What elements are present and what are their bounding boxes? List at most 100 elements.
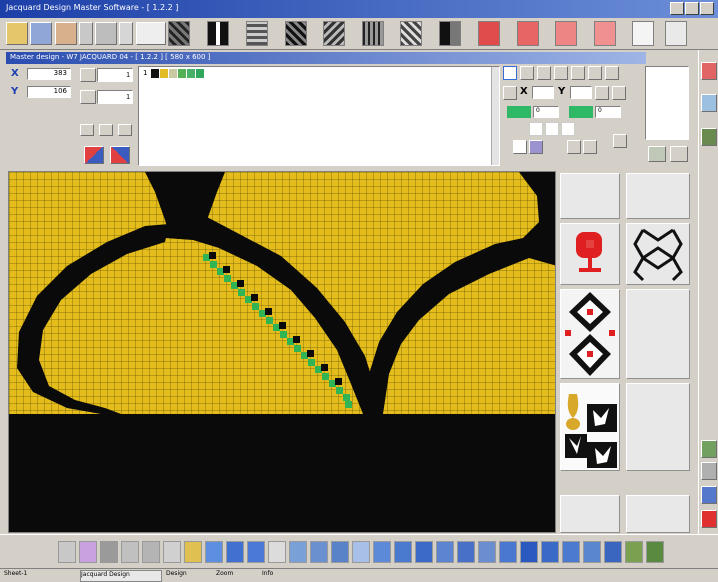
color-swatch-red-1[interactable] — [478, 21, 500, 46]
pattern-swatch-8[interactable] — [439, 21, 461, 46]
tool-stack-icon[interactable] — [100, 541, 118, 563]
color-swatch-light[interactable] — [665, 21, 687, 46]
side-tool-5-icon[interactable] — [701, 462, 717, 480]
select-icon[interactable] — [503, 66, 517, 80]
fill-icon-a[interactable] — [513, 140, 527, 154]
color-2-chip[interactable] — [569, 106, 593, 118]
color-1-chip[interactable] — [507, 106, 531, 118]
point-small-icon[interactable] — [520, 66, 534, 80]
pattern-slot-6[interactable] — [626, 495, 690, 533]
tool-stripe-icon[interactable] — [436, 541, 454, 563]
fill-slot-3[interactable] — [561, 122, 575, 136]
palette-color-4[interactable] — [178, 69, 186, 78]
align-right-icon[interactable] — [118, 124, 132, 136]
pattern-swatch-6[interactable] — [362, 21, 384, 46]
eraser-icon[interactable] — [670, 146, 688, 162]
plant-icon[interactable] — [648, 146, 666, 162]
undo-icon[interactable] — [567, 140, 581, 154]
tool-icon-2[interactable] — [95, 22, 117, 45]
open-folder-icon[interactable] — [6, 22, 28, 45]
pattern-slot-lattice[interactable] — [626, 223, 690, 285]
tool-person-icon[interactable] — [268, 541, 286, 563]
pattern-swatch-1[interactable] — [168, 21, 190, 46]
pattern-slot-abstract[interactable] — [560, 383, 620, 471]
pen-icon[interactable] — [613, 134, 627, 148]
color-swatch-red-4[interactable] — [594, 21, 616, 46]
tool-skip-icon[interactable] — [247, 541, 265, 563]
axis-x-field[interactable] — [532, 86, 554, 99]
tool-loom-icon[interactable] — [331, 541, 349, 563]
width-input[interactable] — [97, 68, 133, 82]
pattern-swatch-3[interactable] — [246, 21, 268, 46]
color-2-field[interactable]: 0 — [595, 106, 621, 118]
tool-fabric-icon[interactable] — [289, 541, 307, 563]
tool-paste-icon[interactable] — [163, 541, 181, 563]
side-tool-6-icon[interactable] — [701, 486, 717, 504]
dot-icon[interactable] — [571, 66, 585, 80]
mirror-icon[interactable] — [84, 146, 104, 164]
axis-y-field[interactable] — [570, 86, 592, 99]
mirror-axis-icon[interactable] — [503, 86, 517, 100]
height-input[interactable] — [97, 90, 133, 104]
tool-weave-icon[interactable] — [310, 541, 328, 563]
pattern-slot-1[interactable] — [560, 173, 620, 219]
tool-dress-icon[interactable] — [583, 541, 601, 563]
pattern-swatch-2[interactable] — [207, 21, 229, 46]
tool-repeat-icon[interactable] — [394, 541, 412, 563]
pattern-slot-2[interactable] — [626, 173, 690, 219]
tool-play-icon[interactable] — [226, 541, 244, 563]
pattern-swatch-4[interactable] — [285, 21, 307, 46]
tool-layers-icon[interactable] — [541, 541, 559, 563]
pencil-width-icon[interactable] — [80, 68, 96, 82]
pattern-slot-diamond[interactable] — [560, 289, 620, 379]
side-tool-7-icon[interactable] — [701, 510, 717, 528]
line-icon[interactable] — [588, 66, 602, 80]
cut-icon[interactable] — [55, 22, 77, 45]
design-grid-canvas[interactable] — [8, 171, 556, 533]
color-swatch-white[interactable] — [632, 21, 654, 46]
tool-pattern-icon[interactable] — [373, 541, 391, 563]
close-button[interactable] — [700, 2, 714, 15]
tool-user-icon[interactable] — [520, 541, 538, 563]
side-tool-3-icon[interactable] — [701, 128, 717, 146]
pattern-swatch-7[interactable] — [400, 21, 422, 46]
fill-slot-2[interactable] — [545, 122, 559, 136]
fill-icon-b[interactable] — [529, 140, 543, 154]
pattern-slot-3[interactable] — [626, 289, 690, 379]
palette-color-1[interactable] — [151, 69, 159, 78]
tool-rainbow-icon[interactable] — [79, 541, 97, 563]
pattern-slot-4[interactable] — [626, 383, 690, 471]
palette-color-2[interactable] — [160, 69, 168, 78]
align-left-icon[interactable] — [80, 124, 94, 136]
pencil-height-icon[interactable] — [80, 90, 96, 104]
color-1-field[interactable]: 0 — [533, 106, 559, 118]
minimize-button[interactable] — [670, 2, 684, 15]
tool-drape-icon[interactable] — [604, 541, 622, 563]
tool-icon-1[interactable] — [79, 22, 93, 45]
tool-arrow-right-icon[interactable] — [205, 541, 223, 563]
point-medium-icon[interactable] — [537, 66, 551, 80]
tool-grid-icon[interactable] — [58, 541, 76, 563]
point-large-icon[interactable] — [554, 66, 568, 80]
color-swatch-red-3[interactable] — [555, 21, 577, 46]
pattern-slot-flower[interactable] — [560, 223, 620, 285]
palette-color-6[interactable] — [196, 69, 204, 78]
rotate-icon[interactable] — [612, 86, 626, 100]
pattern-slot-5[interactable] — [560, 495, 620, 533]
pattern-swatch-5[interactable] — [323, 21, 345, 46]
side-tool-2-icon[interactable] — [701, 94, 717, 112]
tool-sheet-icon[interactable] — [121, 541, 139, 563]
status-item-2[interactable]: Jacquard Design — [80, 570, 162, 582]
tool-copy-icon[interactable] — [142, 541, 160, 563]
fill-slot-1[interactable] — [529, 122, 543, 136]
tool-zigzag-icon[interactable] — [415, 541, 433, 563]
tool-icon-4[interactable] — [136, 22, 166, 45]
save-icon[interactable] — [30, 22, 52, 45]
tool-hanger-icon[interactable] — [478, 541, 496, 563]
brush-icon[interactable] — [605, 66, 619, 80]
tool-export-icon[interactable] — [646, 541, 664, 563]
tool-folder-icon[interactable] — [184, 541, 202, 563]
flip-icon[interactable] — [110, 146, 130, 164]
tool-icon-3[interactable] — [119, 22, 133, 45]
align-center-icon[interactable] — [99, 124, 113, 136]
